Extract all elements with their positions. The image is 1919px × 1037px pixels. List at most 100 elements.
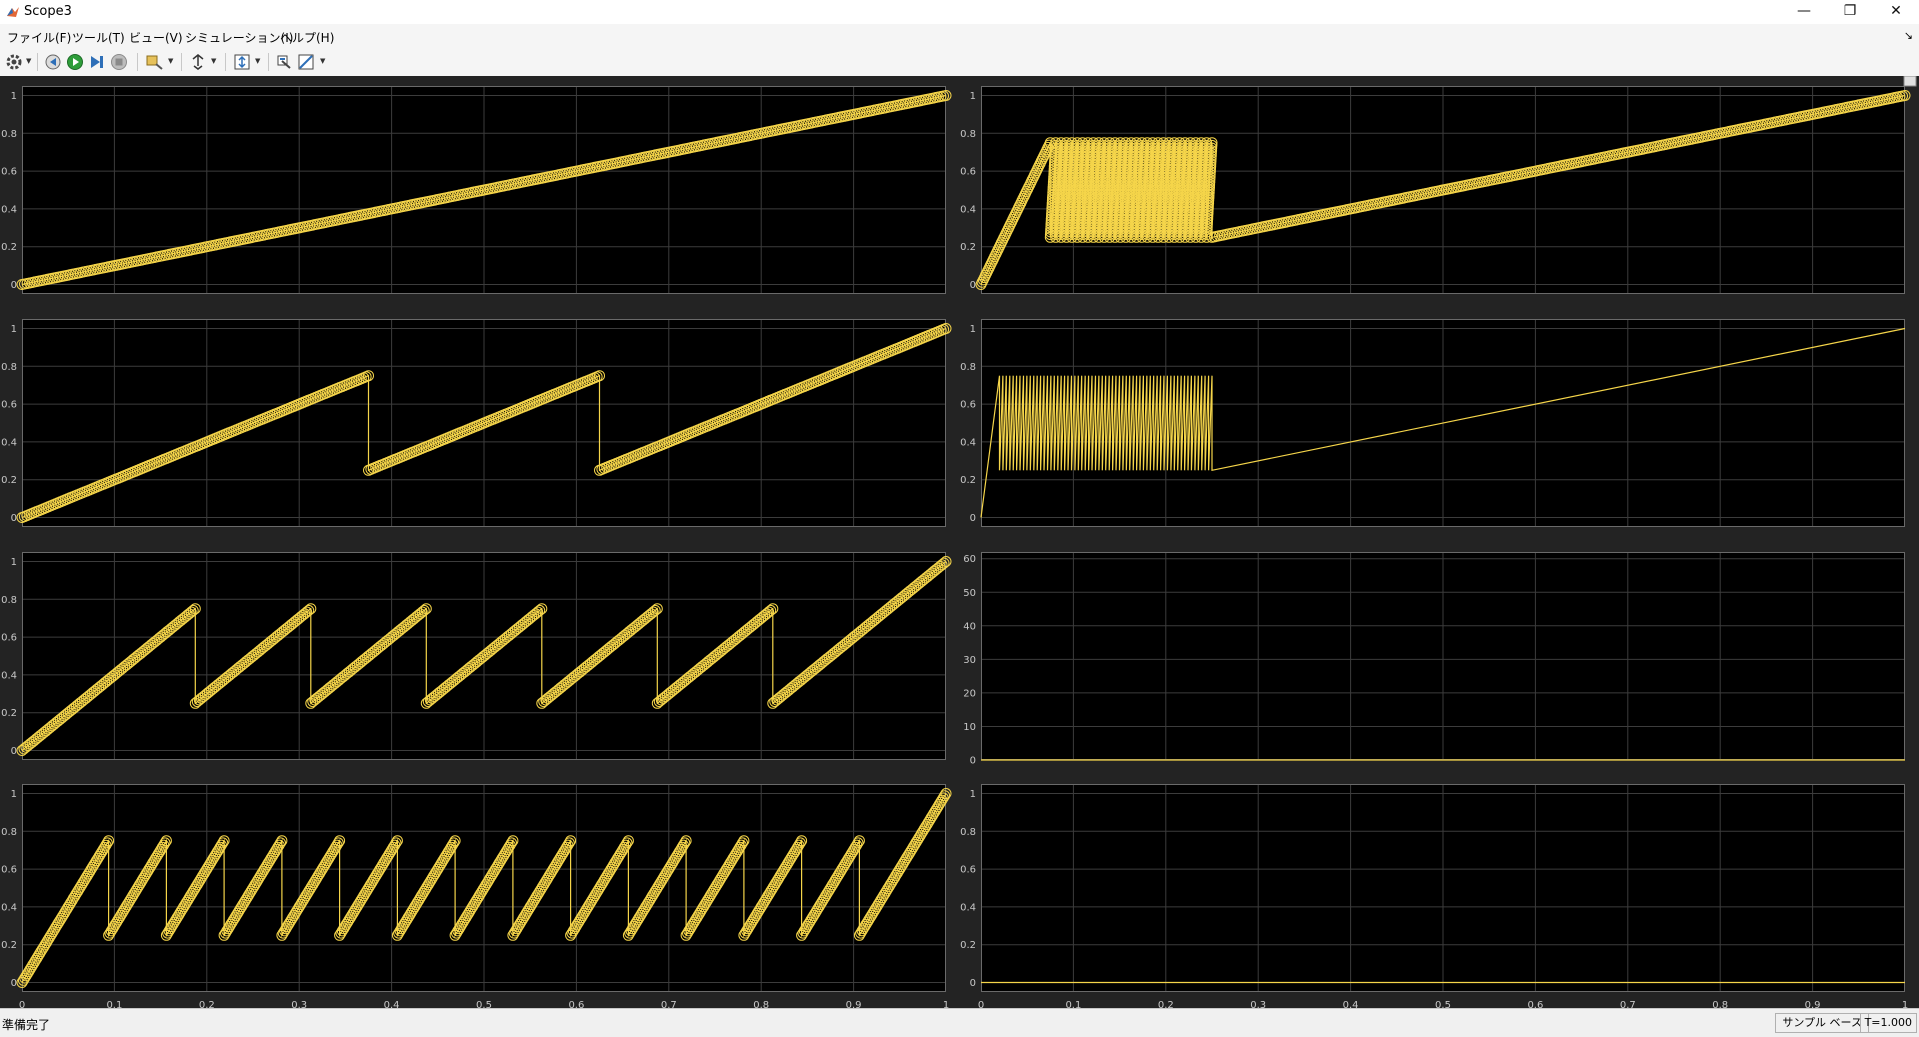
y-tick-label: 0 [11, 513, 17, 524]
step-forward-icon[interactable] [88, 52, 106, 72]
y-tick-label: 0.6 [960, 167, 976, 178]
autoscale-dropdown-icon[interactable]: ▼ [255, 57, 260, 65]
scope-axes-left-3: 0 0.2 0.4 0.6 0.8 1 [1, 552, 952, 760]
matlab-app-icon [7, 7, 19, 17]
y-tick-label: 0.8 [960, 827, 976, 838]
y-tick-label: 1 [11, 557, 17, 568]
y-tick-label: 1 [11, 324, 17, 335]
data-cursor-icon[interactable] [275, 52, 293, 72]
minimize-button[interactable]: — [1781, 0, 1827, 24]
undock-axes-icon[interactable] [1903, 76, 1917, 87]
stop-icon[interactable] [110, 52, 128, 72]
status-sample-base: サンプル ベース [1775, 1013, 1869, 1033]
restore-button[interactable]: ❐ [1827, 0, 1873, 24]
x-tick-label: 1 [943, 1000, 949, 1008]
y-tick-label: 0.8 [960, 129, 976, 140]
y-tick-label: 0.2 [960, 940, 976, 951]
y-tick-label: 0.4 [1, 204, 17, 215]
y-tick-label: 0.8 [960, 362, 976, 373]
measure-dropdown-icon[interactable]: ▼ [320, 57, 325, 65]
y-tick-label: 0.8 [1, 595, 17, 606]
y-tick-label: 0 [11, 978, 17, 989]
scope-plot-area: 0 0.2 0.4 0.6 0.8 1 0 0.2 0.4 0.6 0.8 1 0 0.2 0.4 0.6 0.… [0, 76, 1919, 1008]
toolbar: ▼ ▼ ▼ ▼ ▼ [0, 48, 1919, 77]
scope-axes-right-3: 0 10 20 30 40 50 60 [963, 552, 1905, 767]
y-tick-label: 30 [963, 655, 976, 666]
x-tick-label: 0.4 [1343, 1000, 1359, 1008]
window-title: Scope3 [24, 4, 72, 19]
toolbar-separator [137, 53, 138, 71]
y-tick-label: 0.2 [1, 242, 17, 253]
cursor-icon[interactable] [189, 52, 207, 72]
measure-icon[interactable] [297, 52, 317, 72]
y-tick-label: 0 [970, 513, 976, 524]
y-tick-label: 0.4 [1, 437, 17, 448]
scope-axes-right-4: 0 0.1 0.2 0.3 0.4 0.5 0.6 0.7 0.8 0.9 1 0 0.2 0.4 0.6 0… [960, 784, 1908, 1008]
y-tick-label: 0.8 [1, 827, 17, 838]
y-tick-label: 0.8 [1, 362, 17, 373]
y-tick-label: 1 [970, 91, 976, 102]
undock-icon[interactable]: ↘ [1904, 29, 1913, 42]
y-tick-label: 0.4 [960, 902, 976, 913]
x-tick-label: 0.8 [1712, 1000, 1728, 1008]
menu-bar: ファイル(F) ツール(T) ビュー(V) シミュレーション(I) ヘルプ(H)… [0, 24, 1919, 48]
scope-axes-right-2: 0 0.2 0.4 0.6 0.8 1 [960, 319, 1906, 527]
menu-view[interactable]: ビュー(V) [129, 29, 183, 46]
cursor-dropdown-icon[interactable]: ▼ [211, 57, 216, 65]
y-tick-label: 0.6 [1, 400, 17, 411]
run-icon[interactable] [66, 52, 84, 72]
title-bar: Scope3 — ❐ ✕ [0, 0, 1919, 24]
menu-help[interactable]: ヘルプ(H) [280, 29, 334, 46]
x-tick-label: 0.1 [1065, 1000, 1081, 1008]
x-tick-label: 0.7 [661, 1000, 677, 1008]
y-tick-label: 0.4 [960, 204, 976, 215]
y-tick-label: 60 [963, 554, 976, 565]
y-tick-label: 0.2 [960, 475, 976, 486]
status-time: T=1.000 [1859, 1013, 1917, 1033]
y-tick-label: 0.2 [1, 708, 17, 719]
x-tick-label: 0.5 [1435, 1000, 1451, 1008]
x-tick-label: 0.9 [1805, 1000, 1821, 1008]
y-tick-label: 0.6 [1, 167, 17, 178]
status-bar: 準備完了 サンプル ベース T=1.000 [0, 1008, 1919, 1037]
y-tick-label: 0.6 [1, 865, 17, 876]
scope-axes-left-2: 0 0.2 0.4 0.6 0.8 1 [1, 319, 952, 527]
x-tick-label: 0 [978, 1000, 984, 1008]
highlight-icon[interactable] [145, 52, 165, 72]
status-message: 準備完了 [2, 1018, 51, 1032]
y-tick-label: 40 [963, 621, 976, 632]
y-tick-label: 0 [970, 756, 976, 767]
menu-simulation[interactable]: シミュレーション(I) [185, 29, 293, 46]
y-tick-label: 0 [970, 978, 976, 989]
y-tick-label: 0.2 [1, 940, 17, 951]
y-tick-label: 0.2 [1, 475, 17, 486]
x-tick-label: 0.7 [1620, 1000, 1636, 1008]
y-tick-label: 10 [963, 722, 976, 733]
x-tick-label: 0.8 [753, 1000, 769, 1008]
settings-icon[interactable] [4, 52, 24, 72]
step-back-icon[interactable] [44, 52, 62, 72]
settings-dropdown-icon[interactable]: ▼ [26, 57, 31, 65]
x-tick-label: 0.3 [291, 1000, 307, 1008]
autoscale-icon[interactable] [233, 52, 251, 72]
menu-tools[interactable]: ツール(T) [72, 29, 125, 46]
y-tick-label: 0.6 [1, 633, 17, 644]
menu-file[interactable]: ファイル(F) [7, 29, 71, 46]
y-tick-label: 20 [963, 688, 976, 699]
y-tick-label: 0.8 [1, 129, 17, 140]
scope-axes-canvas: 00.20.40.60.8100.20.40.60.8100.20.40.60.… [1, 76, 1917, 1008]
y-tick-label: 0 [970, 280, 976, 291]
y-tick-label: 1 [970, 789, 976, 800]
close-button[interactable]: ✕ [1873, 0, 1919, 24]
x-tick-label: 0 [19, 1000, 25, 1008]
highlight-dropdown-icon[interactable]: ▼ [168, 57, 173, 65]
y-tick-label: 50 [963, 588, 976, 599]
y-tick-label: 0 [11, 280, 17, 291]
x-tick-label: 0.3 [1250, 1000, 1266, 1008]
y-tick-label: 0.2 [960, 242, 976, 253]
x-tick-label: 0.1 [106, 1000, 122, 1008]
y-tick-label: 1 [11, 91, 17, 102]
x-tick-label: 0.4 [384, 1000, 400, 1008]
toolbar-separator [225, 53, 226, 71]
y-tick-label: 0.4 [1, 670, 17, 681]
